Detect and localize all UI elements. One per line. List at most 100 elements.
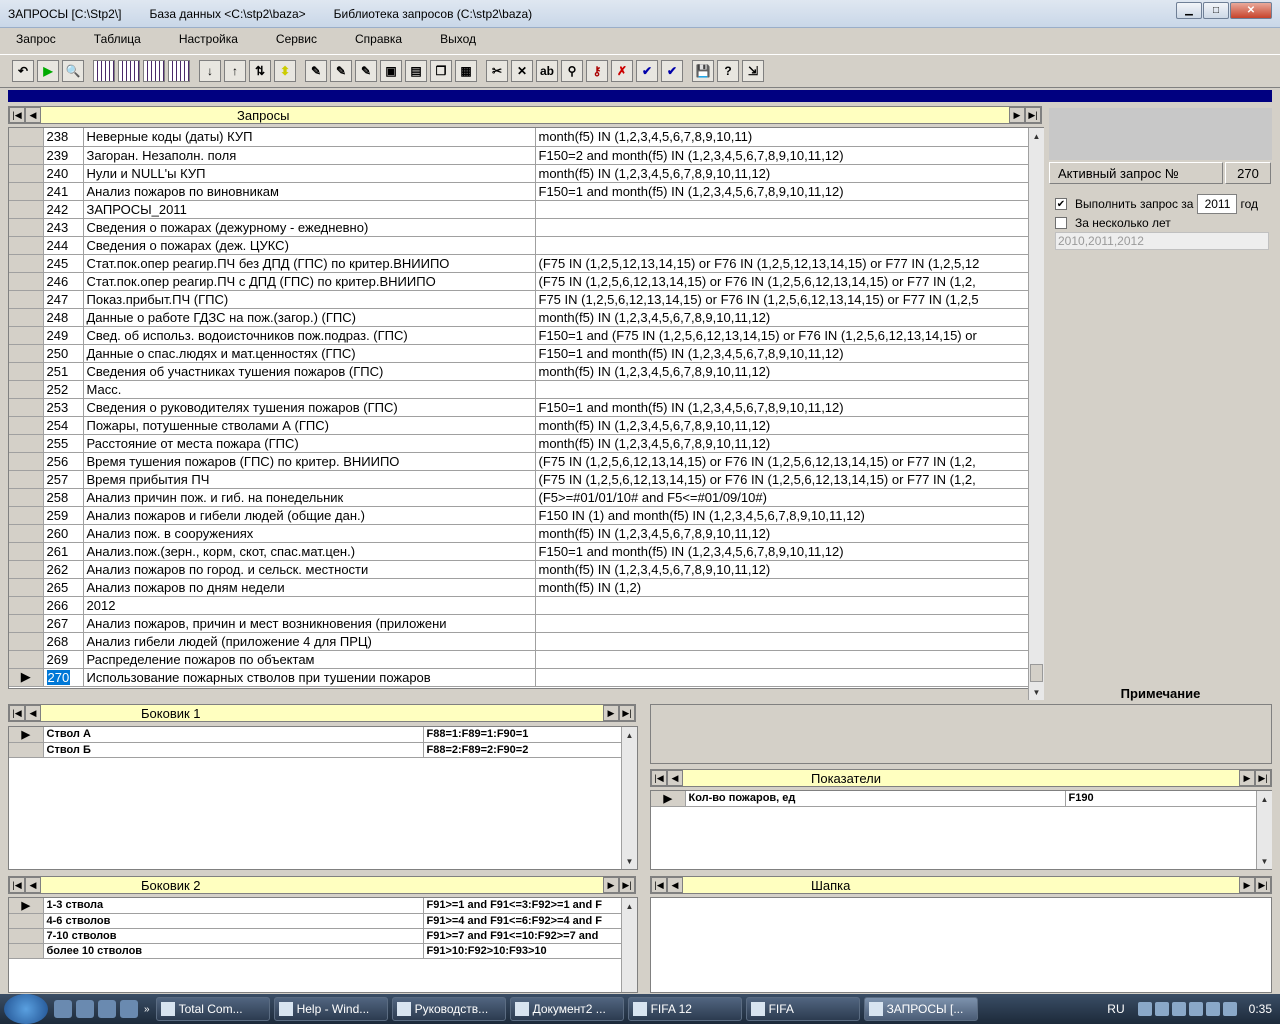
- query-row[interactable]: 252 Масс.: [9, 380, 1043, 399]
- row-name[interactable]: Ствол Б: [43, 742, 424, 758]
- app-icon-2[interactable]: [98, 1000, 116, 1018]
- side1-vscroll[interactable]: ▲ ▼: [621, 727, 637, 869]
- sort-desc-icon[interactable]: ↑: [224, 60, 246, 82]
- query-condition[interactable]: [535, 200, 1043, 219]
- menu-servis[interactable]: Сервис: [276, 32, 317, 46]
- row-indicator[interactable]: ▶: [9, 898, 44, 914]
- query-name[interactable]: Масс.: [83, 380, 536, 399]
- query-name[interactable]: Анализ пожаров, причин и мест возникнове…: [83, 614, 536, 633]
- key-icon[interactable]: ⚷: [586, 60, 608, 82]
- clock[interactable]: 0:35: [1249, 1002, 1272, 1016]
- query-condition[interactable]: month(f5) IN (1,2,3,4,5,6,7,8,9,10,11,12…: [535, 416, 1043, 435]
- query-number[interactable]: 256: [43, 452, 84, 471]
- query-name[interactable]: Время прибытия ПЧ: [83, 470, 536, 489]
- query-condition[interactable]: F150=2 and month(f5) IN (1,2,3,4,5,6,7,8…: [535, 146, 1043, 165]
- sort-icon[interactable]: ⇅: [249, 60, 271, 82]
- query-condition[interactable]: F150=1 and month(f5) IN (1,2,3,4,5,6,7,8…: [535, 398, 1043, 417]
- copy-window-icon[interactable]: ❐: [430, 60, 452, 82]
- row-indicator[interactable]: [9, 434, 44, 453]
- query-number[interactable]: 238: [43, 128, 84, 147]
- ind-scroll-up-icon[interactable]: ▲: [1257, 791, 1272, 807]
- rename-icon[interactable]: ab: [536, 60, 558, 82]
- row-indicator[interactable]: [9, 326, 44, 345]
- query-condition[interactable]: month(f5) IN (1,2,3,4,5,6,7,8,9,10,11): [535, 128, 1043, 147]
- query-row[interactable]: 239 Загоран. Незаполн. поля F150=2 and mon…: [9, 146, 1043, 165]
- taskbar-item[interactable]: FIFA 12: [627, 997, 742, 1021]
- row-indicator[interactable]: [9, 398, 44, 417]
- query-name[interactable]: Данные о работе ГДЗС на пож.(загор.) (ГП…: [83, 308, 536, 327]
- query-row[interactable]: 250 Данные о спас.людях и мат.ценностях (…: [9, 344, 1043, 363]
- row-indicator[interactable]: [9, 452, 44, 471]
- list-row[interactable]: ▶ Кол-во пожаров, ед F190: [651, 791, 1271, 807]
- undo-icon[interactable]: ↶: [12, 60, 34, 82]
- query-condition[interactable]: [535, 668, 1043, 687]
- tray-icon-1[interactable]: [1137, 1002, 1152, 1016]
- query-number[interactable]: 240: [43, 164, 84, 183]
- query-name[interactable]: Анализ пож. в сооружениях: [83, 524, 536, 543]
- row-indicator[interactable]: [9, 542, 44, 561]
- query-name[interactable]: Анализ пожаров и гибели людей (общие дан…: [83, 506, 536, 525]
- query-number[interactable]: 259: [43, 506, 84, 525]
- row-indicator[interactable]: [9, 200, 44, 219]
- list-row[interactable]: 4-6 стволов F91>=4 and F91<=6:F92>=4 and …: [9, 913, 637, 929]
- tray-icon-5[interactable]: [1205, 1002, 1220, 1016]
- row-indicator[interactable]: [9, 632, 44, 651]
- query-condition[interactable]: month(f5) IN (1,2,3,4,5,6,7,8,9,10,11,12…: [535, 164, 1043, 183]
- query-number[interactable]: 255: [43, 434, 84, 453]
- side1-prev-icon[interactable]: ◀: [25, 705, 41, 721]
- row-condition[interactable]: F91>10:F92>10:F93>10: [423, 943, 637, 959]
- query-number[interactable]: 268: [43, 632, 84, 651]
- query-condition[interactable]: (F75 IN (1,2,5,6,12,13,14,15) or F76 IN …: [535, 272, 1043, 291]
- query-number[interactable]: 270: [43, 668, 84, 687]
- row-indicator[interactable]: [9, 742, 44, 758]
- query-row[interactable]: 241 Анализ пожаров по виновникам F150=1 an…: [9, 182, 1043, 201]
- edit-icon-2[interactable]: ✎: [330, 60, 352, 82]
- help-icon[interactable]: ?: [717, 60, 739, 82]
- list-row[interactable]: ▶ 1-3 ствола F91>=1 and F91<=3:F92>=1 and …: [9, 898, 637, 914]
- menu-tablica[interactable]: Таблица: [94, 32, 141, 46]
- row-indicator[interactable]: [9, 272, 44, 291]
- side1-scroll-up-icon[interactable]: ▲: [622, 727, 637, 743]
- query-condition[interactable]: F75 IN (1,2,5,6,12,13,14,15) or F76 IN (…: [535, 290, 1043, 309]
- side2-vscroll[interactable]: ▲: [621, 898, 637, 992]
- calc-icon[interactable]: ▦: [455, 60, 477, 82]
- app-icon-1[interactable]: [76, 1000, 94, 1018]
- side1-next-icon[interactable]: ▶: [603, 705, 619, 721]
- side2-last-icon[interactable]: ▶|: [619, 877, 635, 893]
- query-condition[interactable]: month(f5) IN (1,2,3,4,5,6,7,8,9,10,11,12…: [535, 362, 1043, 381]
- side1-first-icon[interactable]: |◀: [9, 705, 25, 721]
- exit-icon[interactable]: ⇲: [742, 60, 764, 82]
- close-button[interactable]: ✕: [1230, 2, 1272, 19]
- query-number[interactable]: 248: [43, 308, 84, 327]
- query-condition[interactable]: F150=1 and month(f5) IN (1,2,3,4,5,6,7,8…: [535, 542, 1043, 561]
- edit-icon-3[interactable]: ✎: [355, 60, 377, 82]
- ind-prev-icon[interactable]: ◀: [667, 770, 683, 786]
- query-row[interactable]: ▶ 270 Использование пожарных стволов при т…: [9, 668, 1043, 687]
- query-row[interactable]: 254 Пожары, потушенные стволами А (ГПС) mo…: [9, 416, 1043, 435]
- side2-prev-icon[interactable]: ◀: [25, 877, 41, 893]
- row-condition[interactable]: F91>=7 and F91<=10:F92>=7 and: [423, 928, 637, 944]
- row-indicator[interactable]: [9, 560, 44, 579]
- tray-icon-2[interactable]: [1154, 1002, 1169, 1016]
- query-row[interactable]: 251 Сведения об участниках тушения пожаро…: [9, 362, 1043, 381]
- query-name[interactable]: Пожары, потушенные стволами А (ГПС): [83, 416, 536, 435]
- query-name[interactable]: Свед. об использ. водоисточников пож.под…: [83, 326, 536, 345]
- query-condition[interactable]: (F75 IN (1,2,5,12,13,14,15) or F76 IN (1…: [535, 254, 1043, 273]
- query-number[interactable]: 262: [43, 560, 84, 579]
- query-condition[interactable]: month(f5) IN (1,2,3,4,5,6,7,8,9,10,11,12…: [535, 560, 1043, 579]
- menu-vyhod[interactable]: Выход: [440, 32, 476, 46]
- query-condition[interactable]: (F75 IN (1,2,5,6,12,13,14,15) or F76 IN …: [535, 452, 1043, 471]
- row-indicator[interactable]: [9, 362, 44, 381]
- query-name[interactable]: 2012: [83, 596, 536, 615]
- query-number[interactable]: 266: [43, 596, 84, 615]
- query-name[interactable]: ЗАПРОСЫ_2011: [83, 200, 536, 219]
- hdr-last-icon[interactable]: ▶|: [1255, 877, 1271, 893]
- query-condition[interactable]: F150=1 and (F75 IN (1,2,5,6,12,13,14,15)…: [535, 326, 1043, 345]
- multi-year-input[interactable]: 2010,2011,2012: [1055, 232, 1269, 250]
- list-row[interactable]: ▶ Ствол А F88=1:F89=1:F90=1: [9, 727, 637, 743]
- ind-vscroll[interactable]: ▲ ▼: [1256, 791, 1272, 869]
- query-number[interactable]: 269: [43, 650, 84, 669]
- query-name[interactable]: Стат.пок.опер реагир.ПЧ без ДПД (ГПС) по…: [83, 254, 536, 273]
- scroll-thumb[interactable]: [1030, 664, 1043, 682]
- query-row[interactable]: 269 Распределение пожаров по объектам: [9, 650, 1043, 669]
